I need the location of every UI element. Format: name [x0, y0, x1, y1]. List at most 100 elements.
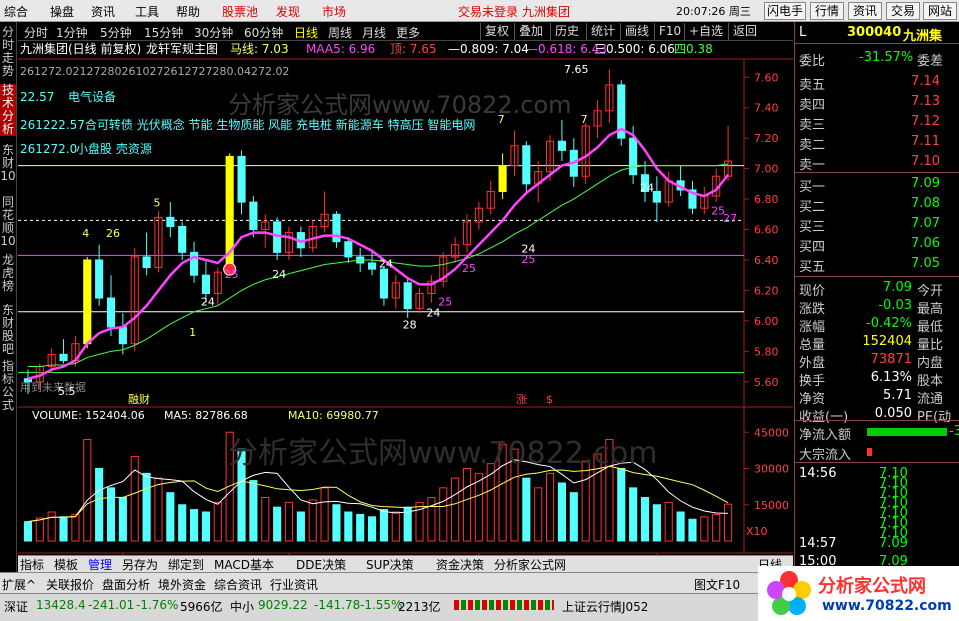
indicator-tab[interactable]: 另存为 [122, 556, 158, 573]
signal-label: 24 [201, 296, 215, 309]
price-tick-label: 6.00 [754, 315, 779, 328]
stat-value: -0.42% [866, 316, 912, 331]
signal-label: 24 [640, 181, 654, 194]
menu-item-zixun[interactable]: 资讯 [91, 3, 115, 20]
quote-row: 买三 7.07 [795, 214, 959, 235]
fib-1: —0.809: 7.04 [448, 42, 529, 56]
period-5min[interactable]: 5分钟 [100, 24, 132, 41]
period-daily[interactable]: 日线 [294, 24, 318, 41]
back-button[interactable]: 返回 [728, 23, 764, 40]
bottom-menu-item[interactable]: 行业资讯 [270, 576, 318, 593]
money-tag[interactable]: $ [546, 393, 553, 406]
menu-item-gongju[interactable]: 工具 [135, 3, 159, 20]
bottom-menu-item[interactable]: 综合资讯 [214, 576, 262, 593]
candle-body [201, 274, 210, 294]
menu-item-stock-pool[interactable]: 股票池 [222, 3, 258, 20]
indicator-tab[interactable]: SUP决策 [366, 556, 414, 573]
candle-body [166, 216, 175, 227]
quote-row: 换手 6.13% 股本 [795, 368, 959, 389]
indicator-tab[interactable]: MACD基本 [214, 556, 274, 573]
indicator-tab[interactable]: 资金决策 [436, 556, 484, 573]
candle-body [142, 256, 151, 269]
candle-body [118, 326, 127, 345]
volume-bar [522, 477, 531, 542]
volume-bar [344, 511, 353, 542]
indicator-tab[interactable]: DDE决策 [296, 556, 346, 573]
login-status[interactable]: 交易未登录 [458, 3, 518, 20]
price-tick-label: 5.80 [754, 345, 779, 358]
sz-percent: -1.76% [136, 598, 179, 612]
tab-technical[interactable]: 技术分析 [0, 84, 16, 136]
lightning-button[interactable]: 闪电手 [764, 2, 806, 20]
bottom-menu-item[interactable]: 关联报价 [46, 576, 94, 593]
tab-intraday[interactable]: 分时走势 [0, 26, 16, 78]
add-watchlist-button[interactable]: +自选 [684, 23, 728, 40]
net-flow-bar [867, 428, 947, 436]
net-flow-value: -3 [949, 424, 959, 439]
ask-price: 7.11 [911, 134, 940, 149]
stats-button[interactable]: 统计 [586, 23, 620, 40]
bottom-menu-item[interactable]: 盘面分析 [102, 576, 150, 593]
bid-label: 买一 [799, 180, 826, 195]
fuquan-button[interactable]: 复权 [480, 23, 514, 40]
logo-name: 分析家公式网 [818, 576, 926, 597]
f10-button[interactable]: F10 [654, 23, 684, 40]
bid-price: 7.09 [911, 176, 940, 191]
period-more[interactable]: 更多 [396, 24, 420, 41]
indicator-tab[interactable]: 管理 [88, 556, 112, 573]
bottom-menu-item[interactable]: 扩展^ [2, 576, 36, 593]
website-button[interactable]: 网站 [923, 2, 957, 20]
volume-bar [118, 497, 127, 542]
period-monthly[interactable]: 月线 [362, 24, 386, 41]
logo-url: www.70822.com [822, 598, 952, 614]
tab-formula[interactable]: 指标公式 [0, 360, 16, 412]
trade-button[interactable]: 交易 [886, 2, 920, 20]
tab-tonghuashun[interactable]: 同花顺10 [0, 196, 16, 248]
period-fenshi[interactable]: 分时 [24, 24, 48, 41]
menu-item-bangzhu[interactable]: 帮助 [176, 3, 200, 20]
menu-item-discover[interactable]: 发现 [276, 3, 300, 20]
draw-button[interactable]: 画线 [620, 23, 654, 40]
stock-name[interactable]: 九洲集 [903, 25, 942, 44]
indicator-tab[interactable]: 分析家公式网 [494, 556, 566, 573]
tab-lhb[interactable]: 龙虎榜 [0, 254, 16, 293]
f10-graphic[interactable]: 图文F10 [694, 576, 740, 593]
period-15min[interactable]: 15分钟 [144, 24, 183, 41]
period-1min[interactable]: 1分钟 [56, 24, 88, 41]
volume-bar [23, 521, 32, 542]
overlay-button[interactable]: 叠加 [514, 23, 550, 40]
period-weekly[interactable]: 周线 [328, 24, 352, 41]
indicator-tab[interactable]: 模板 [54, 556, 78, 573]
menu-item-caopan[interactable]: 操盘 [50, 3, 74, 20]
rise-tag[interactable]: 涨 [516, 393, 527, 406]
quote-button[interactable]: 行情 [810, 2, 844, 20]
tab-guba[interactable]: 东财股吧 [0, 304, 16, 356]
news-button[interactable]: 资讯 [848, 2, 882, 20]
indicator-tab[interactable]: 指标 [20, 556, 44, 573]
zx-change: -141.78 [314, 598, 361, 612]
indicator-tab[interactable]: 绑定到 [168, 556, 204, 573]
kline-chart[interactable]: 7.60 7.40 7.20 7.00 6.80 6.60 6.40 6.20 6.00 5.80… [18, 41, 793, 571]
volume-bar [368, 516, 377, 542]
indicator-name[interactable]: 龙轩军规主图 [146, 41, 218, 56]
period-60min[interactable]: 60分钟 [244, 24, 283, 41]
tab-dongcai[interactable]: 东财10 [0, 144, 16, 183]
quote-row: 买五 7.05 [795, 254, 959, 275]
period-30min[interactable]: 30分钟 [194, 24, 233, 41]
maa5-value: MAA5: 6.96 [306, 42, 375, 56]
bottom-menu-item[interactable]: 境外资金 [158, 576, 206, 593]
quote-row: 买二 7.08 [795, 194, 959, 215]
market-breadth-bar [454, 600, 554, 610]
sz-amount: 5966亿 [180, 600, 223, 614]
menu-item-market[interactable]: 市场 [322, 3, 346, 20]
tick-price: 7.09 [879, 536, 908, 551]
stock-code[interactable]: 300040 [847, 25, 901, 40]
bid-label: 买二 [799, 200, 826, 215]
menu-item-zonghe[interactable]: 综合 [4, 3, 28, 20]
ask-label: 卖三 [799, 118, 826, 133]
finance-tag[interactable]: 融财 [128, 392, 150, 406]
volume-value: VOLUME: 152404.06 [32, 409, 145, 422]
stats-divider [795, 276, 959, 277]
history-button[interactable]: 历史 [550, 23, 586, 40]
signal-label: 25 [225, 268, 239, 281]
